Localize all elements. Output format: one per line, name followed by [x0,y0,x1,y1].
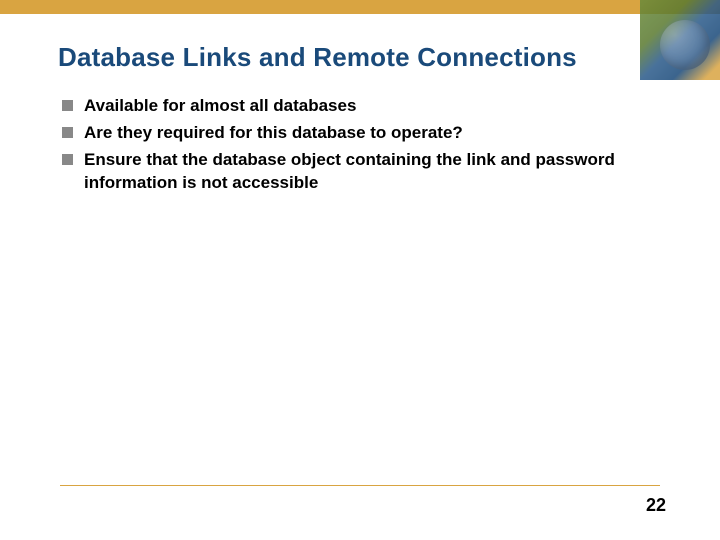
slide-title: Database Links and Remote Connections [58,42,720,73]
footer-divider [60,485,660,486]
top-accent-bar [0,0,720,14]
bullet-list: Available for almost all databases Are t… [62,95,660,195]
list-item: Ensure that the database object containi… [62,149,660,195]
page-number: 22 [646,495,666,516]
corner-decorative-graphic [640,0,720,80]
list-item: Available for almost all databases [62,95,660,118]
list-item: Are they required for this database to o… [62,122,660,145]
